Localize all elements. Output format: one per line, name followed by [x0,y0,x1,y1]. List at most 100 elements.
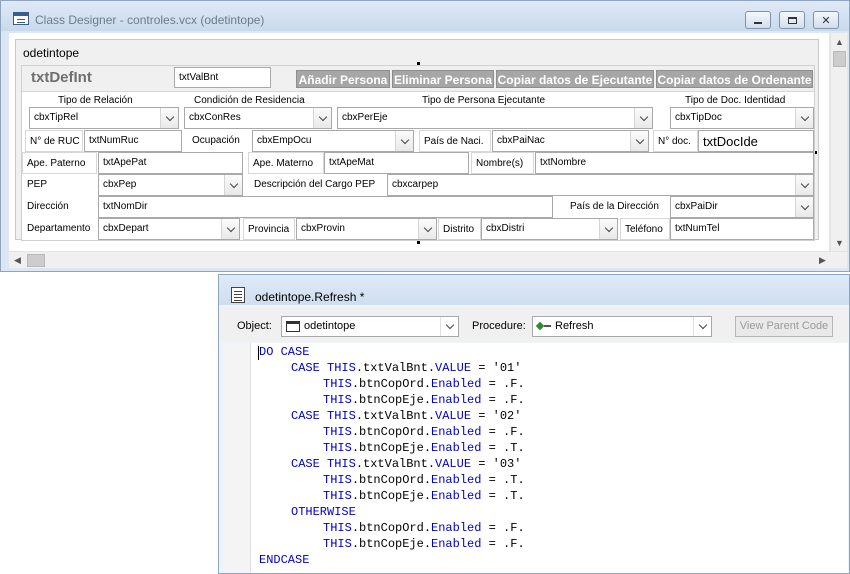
chevron-down-icon[interactable] [795,197,813,217]
selection-handle[interactable] [417,241,420,244]
chevron-down-icon[interactable] [160,108,178,128]
remove-person-button[interactable]: Eliminar Persona [392,70,494,88]
code-keyword: THIS [323,537,352,551]
add-person-button[interactable]: Añadir Persona [296,70,390,88]
minimize-button[interactable] [745,11,771,29]
maximize-button[interactable] [779,11,805,29]
chevron-down-icon[interactable] [630,131,648,151]
scroll-thumb[interactable] [27,254,45,267]
num-ruc-field[interactable]: txtNumRuc [84,130,182,152]
provin-combo[interactable]: cbxProvin [296,218,437,240]
code-line[interactable]: ENDCASE [259,553,309,567]
con-res-value: cbxConRes [189,112,241,123]
code-text: .btnCopOrd. [351,425,432,439]
depart-combo[interactable]: cbxDepart [98,218,240,240]
scroll-down-icon[interactable]: ▼ [831,234,848,251]
code-line[interactable]: THIS.btnCopOrd.Enabled = .T. [323,473,525,487]
object-select[interactable]: odetintope [281,316,459,337]
code-text: .btnCopEje. [351,441,432,455]
chevron-down-icon[interactable] [795,175,813,195]
scroll-right-icon[interactable]: ▶ [814,252,831,269]
code-line[interactable]: CASE THIS.txtValBnt.VALUE = '03' [291,457,521,471]
nom-dir-field[interactable]: txtNomDir [98,196,553,218]
code-line[interactable]: THIS.btnCopEje.Enabled = .T. [323,441,525,455]
chevron-down-icon[interactable] [313,108,331,128]
code-line[interactable]: THIS.btnCopEje.Enabled = .F. [323,537,525,551]
code-editor-titlebar[interactable]: odetintope.Refresh * [219,275,849,305]
code-text: = .F. [481,521,525,535]
pais-direccion-label: País de la Dirección [570,201,659,212]
ape-materno-label: Ape. Materno [248,152,324,174]
chevron-down-icon[interactable] [221,219,239,239]
procedure-select[interactable]: Refresh [532,316,712,337]
chevron-down-icon[interactable] [795,108,813,128]
code-line[interactable]: THIS.btnCopEje.Enabled = .F. [323,393,525,407]
carpep-combo[interactable]: cbxcarpep [387,174,814,196]
scroll-left-icon[interactable]: ◀ [9,252,26,269]
val-bnt-field[interactable]: txtValBnt [174,67,271,88]
scroll-up-icon[interactable]: ▲ [831,33,848,50]
ape-pat-field[interactable]: txtApePat [98,152,243,174]
code-keyword: THIS [323,473,352,487]
per-eje-value: cbxPerEje [342,112,388,123]
num-tel-field[interactable]: txtNumTel [670,218,814,240]
chevron-down-icon[interactable] [634,108,652,128]
code-body[interactable]: DO CASE CASE THIS.txtValBnt.VALUE = '01' T… [251,343,848,573]
tipo-relacion-label: Tipo de Relación [58,95,133,106]
view-parent-code-button[interactable]: View Parent Code [735,316,833,337]
form-caption: odetintope [23,46,80,60]
code-keyword: Enabled [431,377,482,391]
code-line[interactable]: THIS.btnCopEje.Enabled = .T. [323,489,525,503]
code-text: = '03' [471,457,522,471]
code-line[interactable]: CASE THIS.txtValBnt.VALUE = '02' [291,409,521,423]
emp-ocu-combo[interactable]: cbxEmpOcu [252,130,414,152]
con-res-combo[interactable]: cbxConRes [184,107,332,129]
code-line[interactable]: THIS.btnCopOrd.Enabled = .F. [323,425,525,439]
code-line[interactable]: DO CASE [259,345,309,359]
chevron-down-icon[interactable] [440,317,458,336]
copy-executor-button[interactable]: Copiar datos de Ejecutante [496,70,654,88]
code-keyword: THIS [323,425,352,439]
close-button[interactable]: ✕ [813,11,839,29]
code-text: = '02' [471,409,522,423]
pep-combo[interactable]: cbxPep [98,174,243,196]
vertical-scrollbar[interactable]: ▲ ▼ [830,33,847,251]
tip-doc-combo[interactable]: cbxTipDoc [670,107,814,129]
code-text: .btnCopOrd. [351,473,432,487]
code-text: .txtValBnt. [355,409,436,423]
code-text: .btnCopEje. [351,489,432,503]
code-text: = .T. [481,441,525,455]
chevron-down-icon[interactable] [395,131,413,151]
distri-value: cbxDistri [486,223,525,234]
code-keyword: THIS [323,441,352,455]
chevron-down-icon[interactable] [599,219,617,239]
copy-orderer-button[interactable]: Copiar datos de Ordenante [656,70,813,88]
per-eje-combo[interactable]: cbxPerEje [337,107,653,129]
chevron-down-icon[interactable] [418,219,436,239]
tip-rel-combo[interactable]: cbxTipRel [29,107,179,129]
distri-combo[interactable]: cbxDistri [481,218,618,240]
ape-mat-field[interactable]: txtApeMat [324,152,469,174]
code-line[interactable]: THIS.btnCopOrd.Enabled = .F. [323,521,525,535]
pai-nac-value: cbxPaiNac [497,135,545,146]
code-line[interactable]: OTHERWISE [291,505,356,519]
window-title: Class Designer - controles.vcx (odetinto… [35,13,265,27]
chevron-down-icon[interactable] [693,317,711,336]
departamento-label: Departamento [27,223,91,234]
pai-dir-combo[interactable]: cbxPaiDir [670,196,814,218]
carpep-value: cbxcarpep [392,179,439,190]
code-line[interactable]: THIS.btnCopOrd.Enabled = .F. [323,377,525,391]
provincia-label: Provincia [243,218,295,240]
condicion-residencia-label: Condición de Residencia [194,95,305,106]
code-keyword: Enabled [431,441,482,455]
pai-nac-combo[interactable]: cbxPaiNac [492,130,649,152]
code-text: = .T. [481,489,525,503]
class-designer-titlebar[interactable]: Class Designer - controles.vcx (odetinto… [1,1,849,31]
num-ruc-label: N° de RUC [25,130,83,152]
scroll-thumb[interactable] [833,51,846,67]
chevron-down-icon[interactable] [224,175,242,195]
nombre-field[interactable]: txtNombre [535,152,814,174]
doc-ide-field[interactable]: txtDocIde [698,130,814,152]
code-line[interactable]: CASE THIS.txtValBnt.VALUE = '01' [291,361,521,375]
horizontal-scrollbar[interactable]: ◀ ▶ [9,251,847,268]
